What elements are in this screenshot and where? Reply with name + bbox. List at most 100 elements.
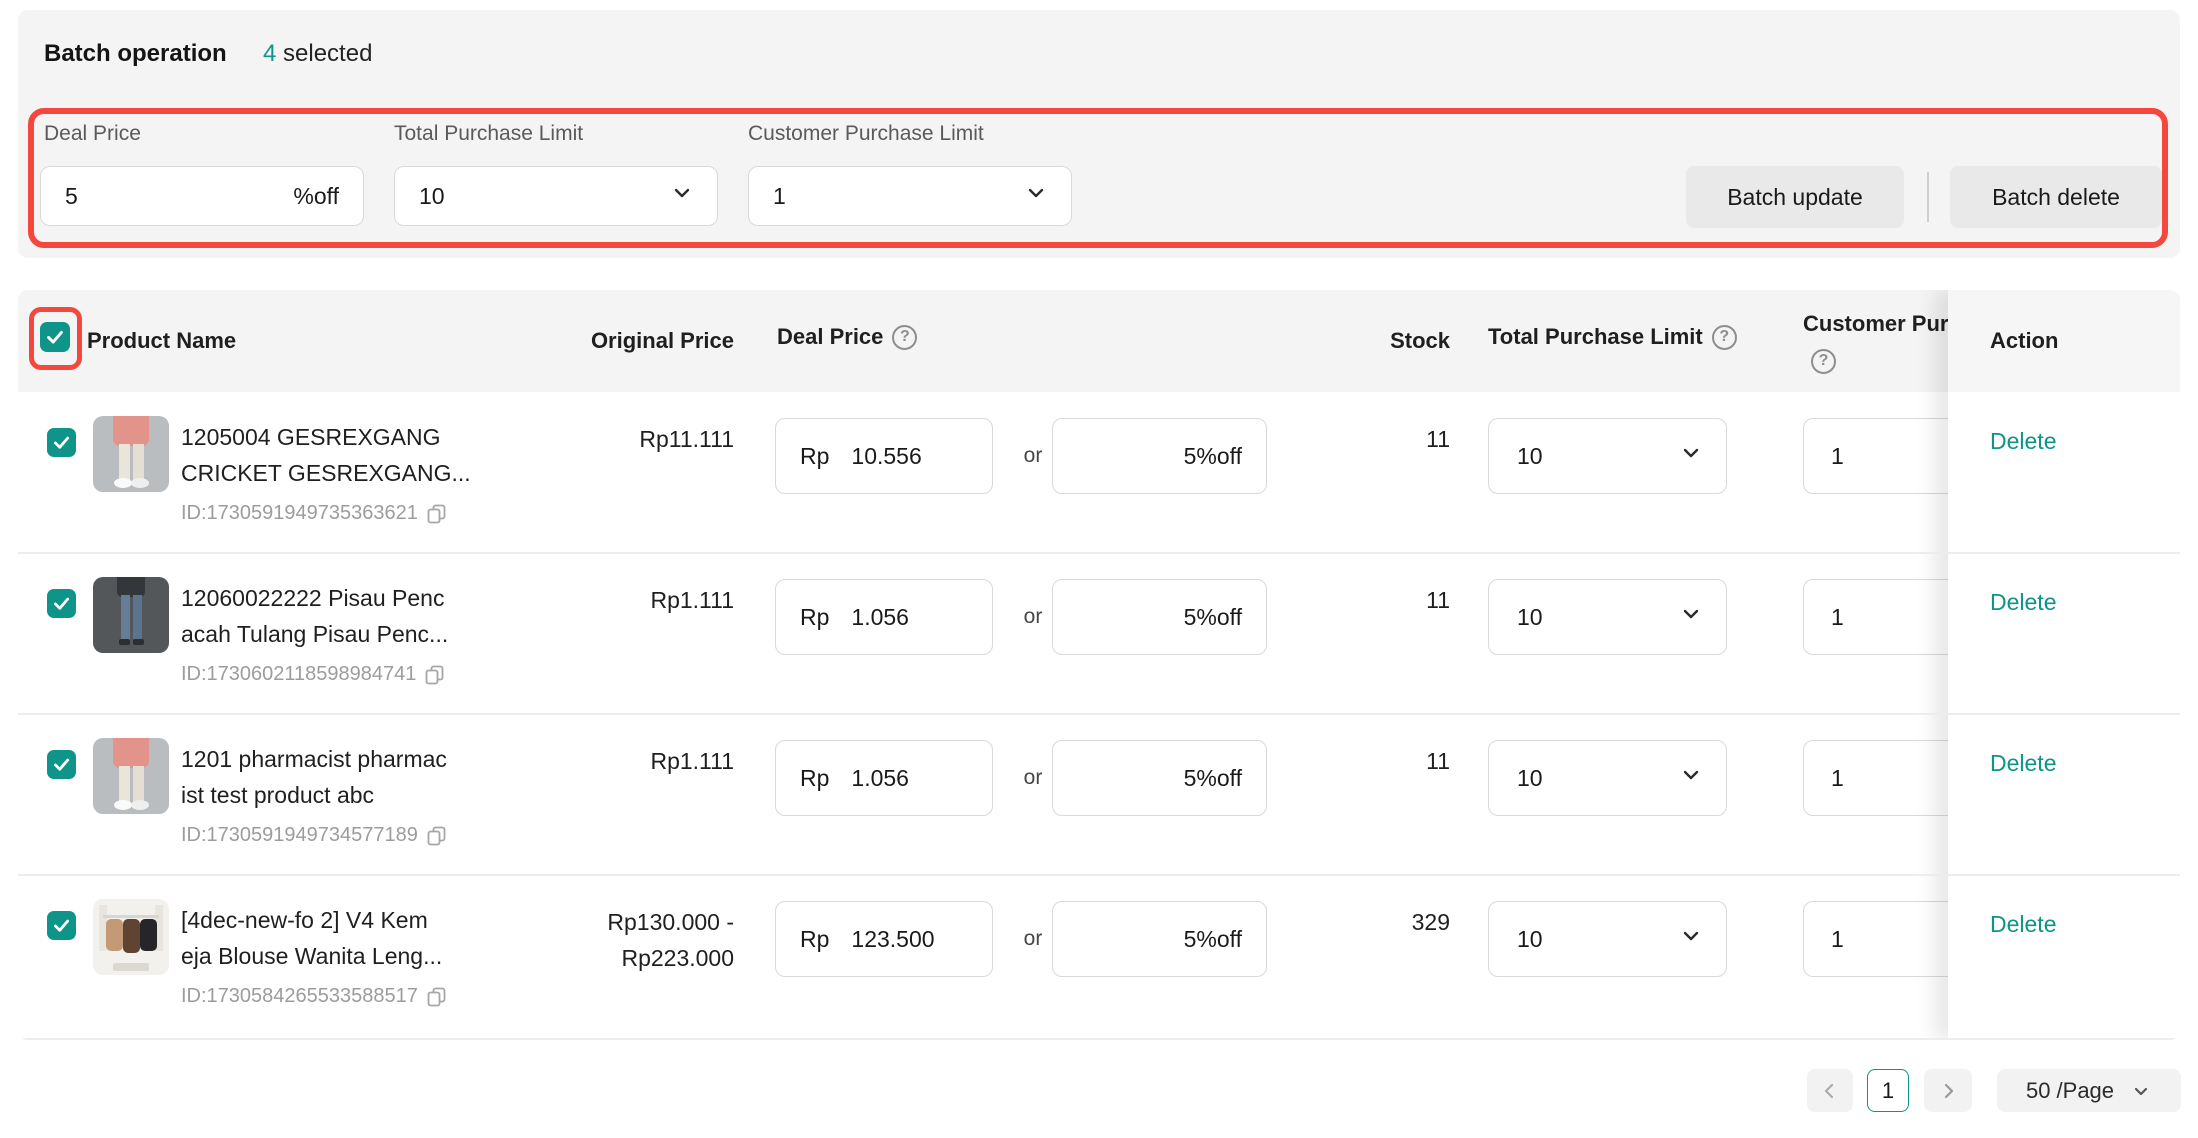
selected-count: 4 selected bbox=[263, 40, 372, 68]
deal-price-input[interactable] bbox=[851, 604, 976, 631]
deal-price-field: Rp bbox=[775, 901, 993, 977]
original-price-line1: Rp1.111 bbox=[438, 582, 734, 618]
button-divider bbox=[1927, 172, 1929, 222]
chevron-down-icon bbox=[1678, 440, 1704, 472]
chevron-right-icon bbox=[1937, 1080, 1959, 1102]
help-icon[interactable]: ? bbox=[1811, 349, 1836, 374]
product-id-text: ID:1730602118598984741 bbox=[181, 663, 416, 686]
row-checkbox[interactable] bbox=[47, 428, 76, 457]
percent-off-field[interactable]: 5%off bbox=[1052, 579, 1267, 655]
copy-icon[interactable] bbox=[424, 664, 445, 685]
batch-update-button[interactable]: Batch update bbox=[1686, 166, 1904, 228]
total-purchase-limit-select[interactable]: 10 bbox=[1488, 901, 1727, 977]
currency-prefix: Rp bbox=[800, 443, 829, 470]
or-label: or bbox=[1008, 605, 1058, 629]
row-checkbox[interactable] bbox=[47, 589, 76, 618]
page-size-value: 50 /Page bbox=[2026, 1078, 2114, 1104]
original-price-line1: Rp11.111 bbox=[438, 421, 734, 457]
percent-off-value: 5%off bbox=[1184, 604, 1242, 631]
product-name-line1: 1205004 GESREXGANG bbox=[181, 419, 471, 455]
help-icon[interactable]: ? bbox=[1712, 325, 1737, 350]
selected-count-number: 4 bbox=[263, 40, 276, 67]
total-purchase-limit-value: 10 bbox=[1517, 443, 1678, 470]
product-name-line1: [4dec-new-fo 2] V4 Kem bbox=[181, 902, 442, 938]
pagination-prev-button[interactable] bbox=[1807, 1069, 1853, 1112]
original-price: Rp1.111 bbox=[438, 743, 734, 779]
percent-off-field[interactable]: 5%off bbox=[1052, 418, 1267, 494]
product-name: 12060022222 Pisau Penc acah Tulang Pisau… bbox=[181, 580, 448, 652]
percent-off-unit: %off bbox=[293, 183, 339, 210]
batch-delete-button[interactable]: Batch delete bbox=[1950, 166, 2162, 228]
batch-total-purchase-limit-select[interactable]: 10 bbox=[394, 166, 718, 226]
header-deal-price: Deal Price ? bbox=[777, 324, 917, 350]
original-price: Rp130.000 - Rp223.000 bbox=[438, 904, 734, 976]
chevron-down-icon bbox=[669, 180, 695, 212]
deal-products-table: Product Name Original Price Deal Price ?… bbox=[18, 290, 2180, 1040]
delete-link[interactable]: Delete bbox=[1990, 589, 2056, 616]
percent-off-value: 5%off bbox=[1184, 765, 1242, 792]
product-id-text: ID:1730584265533588517 bbox=[181, 985, 418, 1008]
stock-value: 329 bbox=[1248, 909, 1450, 936]
original-price-line2: Rp223.000 bbox=[438, 940, 734, 976]
row-checkbox[interactable] bbox=[47, 911, 76, 940]
total-purchase-limit-select[interactable]: 10 bbox=[1488, 418, 1727, 494]
batch-deal-price-input[interactable] bbox=[65, 183, 293, 210]
table-row: 12060022222 Pisau Penc acah Tulang Pisau… bbox=[18, 553, 2180, 714]
total-purchase-limit-value: 10 bbox=[1517, 765, 1678, 792]
select-all-checkbox[interactable] bbox=[40, 322, 70, 352]
currency-prefix: Rp bbox=[800, 765, 829, 792]
product-name-line2: acah Tulang Pisau Penc... bbox=[181, 616, 448, 652]
total-purchase-limit-value: 10 bbox=[1517, 604, 1678, 631]
product-id: ID:1730591949734577189 bbox=[181, 824, 447, 847]
header-total-purchase-limit: Total Purchase Limit ? bbox=[1488, 324, 1737, 350]
page-size-select[interactable]: 50 /Page bbox=[1997, 1069, 2181, 1112]
batch-operation-card: Batch operation 4 selected Deal Price %o… bbox=[18, 10, 2180, 258]
total-purchase-limit-label: Total Purchase Limit bbox=[394, 122, 583, 146]
batch-customer-purchase-limit-value: 1 bbox=[773, 183, 1023, 210]
header-deal-price-label: Deal Price bbox=[777, 324, 883, 350]
total-purchase-limit-select[interactable]: 10 bbox=[1488, 740, 1727, 816]
deal-price-input[interactable] bbox=[851, 926, 976, 953]
product-image bbox=[93, 738, 169, 814]
copy-icon[interactable] bbox=[426, 825, 447, 846]
table-row: 1201 pharmacist pharmac ist test product… bbox=[18, 714, 2180, 875]
currency-prefix: Rp bbox=[800, 926, 829, 953]
product-image bbox=[93, 577, 169, 653]
table-bottom-divider bbox=[18, 1038, 2180, 1040]
delete-link[interactable]: Delete bbox=[1990, 750, 2056, 777]
row-checkbox[interactable] bbox=[47, 750, 76, 779]
percent-off-field[interactable]: 5%off bbox=[1052, 901, 1267, 977]
chevron-down-icon bbox=[1678, 601, 1704, 633]
stock-value: 11 bbox=[1248, 587, 1450, 614]
check-icon bbox=[44, 326, 66, 348]
deal-price-field: Rp bbox=[775, 418, 993, 494]
chevron-down-icon bbox=[1678, 762, 1704, 794]
original-price: Rp1.111 bbox=[438, 582, 734, 618]
deal-price-field: Rp bbox=[775, 740, 993, 816]
pagination-next-button[interactable] bbox=[1924, 1069, 1972, 1112]
total-purchase-limit-select[interactable]: 10 bbox=[1488, 579, 1727, 655]
or-label: or bbox=[1008, 766, 1058, 790]
copy-icon[interactable] bbox=[426, 503, 447, 524]
pagination-current-page[interactable]: 1 bbox=[1867, 1069, 1909, 1112]
delete-link[interactable]: Delete bbox=[1990, 911, 2056, 938]
or-label: or bbox=[1008, 927, 1058, 951]
delete-link[interactable]: Delete bbox=[1990, 428, 2056, 455]
deal-price-input[interactable] bbox=[851, 765, 976, 792]
deal-price-input[interactable] bbox=[851, 443, 976, 470]
product-id: ID:1730602118598984741 bbox=[181, 663, 445, 686]
batch-customer-purchase-limit-select[interactable]: 1 bbox=[748, 166, 1072, 226]
row-divider bbox=[18, 552, 2180, 554]
help-icon[interactable]: ? bbox=[892, 325, 917, 350]
row-divider bbox=[18, 874, 2180, 876]
action-column: Action Delete Delete Delete Delete bbox=[1948, 290, 2180, 1040]
or-label: or bbox=[1008, 444, 1058, 468]
batch-total-purchase-limit-value: 10 bbox=[419, 183, 669, 210]
header-stock: Stock bbox=[1248, 328, 1450, 354]
percent-off-field[interactable]: 5%off bbox=[1052, 740, 1267, 816]
product-id-text: ID:1730591949734577189 bbox=[181, 824, 418, 847]
product-id: ID:1730591949735363621 bbox=[181, 502, 447, 525]
deal-price-label: Deal Price bbox=[44, 122, 141, 146]
copy-icon[interactable] bbox=[426, 986, 447, 1007]
chevron-left-icon bbox=[1819, 1080, 1841, 1102]
